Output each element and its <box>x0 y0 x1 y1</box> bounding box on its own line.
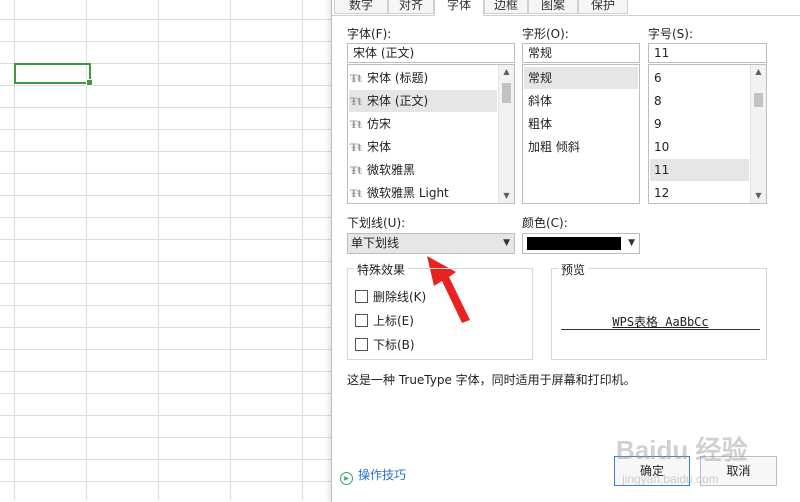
scroll-down-icon[interactable]: ▼ <box>499 189 514 203</box>
tab-alignment[interactable]: 对齐 <box>388 0 434 14</box>
checkbox-icon <box>355 314 368 327</box>
color-swatch <box>527 237 621 250</box>
font-list-item[interactable]: Ŧŧ 宋体 (标题) <box>349 67 497 89</box>
font-list[interactable]: Ŧŧ 宋体 (标题) Ŧŧ 宋体 (正文) Ŧŧ 仿宋 Ŧŧ 宋体 Ŧŧ 微软雅黑 Ŧŧ 微… <box>347 64 515 204</box>
chevron-down-icon: ▼ <box>503 238 510 248</box>
font-list-item[interactable]: Ŧŧ 微软雅黑 Light <box>349 182 497 203</box>
truetype-font-icon: Ŧŧ <box>349 189 363 200</box>
checkbox-icon <box>355 338 368 351</box>
tab-bar: 数字 对齐 字体 边框 图案 保护 <box>332 0 800 16</box>
color-select[interactable]: ▼ <box>522 233 640 254</box>
size-list-item[interactable]: 10 <box>650 136 749 158</box>
tips-link[interactable]: ▶ 操作技巧 <box>340 466 406 485</box>
truetype-font-icon: Ŧŧ <box>349 166 363 177</box>
tab-number[interactable]: 数字 <box>334 0 388 14</box>
scroll-up-icon[interactable]: ▲ <box>751 65 766 79</box>
style-list[interactable]: 常规 斜体 粗体 加粗 倾斜 <box>522 64 640 204</box>
font-input[interactable]: 宋体 (正文) <box>347 43 515 63</box>
size-label: 字号(S): <box>648 27 694 41</box>
tab-protection[interactable]: 保护 <box>578 0 628 14</box>
effects-group-title: 特殊效果 <box>354 261 409 278</box>
style-list-item[interactable]: 粗体 <box>524 113 552 135</box>
font-list-item[interactable]: Ŧŧ 宋体 <box>349 136 497 158</box>
checkbox-icon <box>355 290 368 303</box>
truetype-font-icon: Ŧŧ <box>349 143 363 154</box>
truetype-font-icon: Ŧŧ <box>349 97 363 108</box>
underline-select-value: 单下划线 <box>351 236 400 250</box>
size-list-item[interactable]: 8 <box>650 90 749 112</box>
play-circle-icon: ▶ <box>340 472 353 485</box>
style-list-item[interactable]: 斜体 <box>524 90 552 112</box>
scroll-thumb[interactable] <box>754 93 763 107</box>
preview-sample: WPS表格 AaBbCc <box>561 313 760 330</box>
font-label: 字体(F): <box>347 27 392 41</box>
size-list-item[interactable]: 12 <box>650 182 749 203</box>
strikethrough-checkbox[interactable]: 删除线(K) <box>355 288 426 305</box>
underline-label: 下划线(U): <box>347 216 406 230</box>
watermark-text: Baidu 经验 <box>616 435 747 465</box>
scroll-up-icon[interactable]: ▲ <box>499 65 514 79</box>
style-list-item-selected[interactable]: 常规 <box>524 67 638 89</box>
font-list-item-selected[interactable]: Ŧŧ 宋体 (正文) <box>349 90 497 112</box>
font-list-scrollbar[interactable]: ▲ ▼ <box>498 65 514 203</box>
truetype-font-icon: Ŧŧ <box>349 74 363 85</box>
tab-pattern[interactable]: 图案 <box>528 0 578 14</box>
size-input[interactable]: 11 <box>648 43 767 63</box>
style-list-item[interactable]: 加粗 倾斜 <box>524 136 580 158</box>
scroll-down-icon[interactable]: ▼ <box>751 189 766 203</box>
size-list[interactable]: 6 8 9 10 11 12 ▲ ▼ <box>648 64 767 204</box>
preview-group: 预览 WPS表格 AaBbCc <box>551 261 767 360</box>
tab-font[interactable]: 字体 <box>434 0 484 16</box>
color-label: 颜色(C): <box>522 216 568 230</box>
font-description: 这是一种 TrueType 字体，同时适用于屏幕和打印机。 <box>347 373 636 387</box>
style-input[interactable]: 常规 <box>522 43 640 63</box>
scroll-thumb[interactable] <box>502 83 511 103</box>
style-label: 字形(O): <box>522 27 569 41</box>
baidu-watermark: Baidu 经验 jingyan.baidu.com <box>616 435 747 486</box>
tab-border[interactable]: 边框 <box>484 0 528 14</box>
subscript-checkbox[interactable]: 下标(B) <box>355 336 415 353</box>
active-cell[interactable] <box>14 63 93 86</box>
effects-group: 特殊效果 删除线(K) 上标(E) 下标(B) <box>347 261 533 360</box>
size-list-item-selected[interactable]: 11 <box>650 159 749 181</box>
preview-group-title: 预览 <box>558 261 589 278</box>
size-list-item[interactable]: 6 <box>650 67 749 89</box>
chevron-down-icon: ▼ <box>628 238 635 248</box>
superscript-checkbox[interactable]: 上标(E) <box>355 312 414 329</box>
size-list-scrollbar[interactable]: ▲ ▼ <box>750 65 766 203</box>
font-list-item[interactable]: Ŧŧ 微软雅黑 <box>349 159 497 181</box>
truetype-font-icon: Ŧŧ <box>349 120 363 131</box>
watermark-url: jingyan.baidu.com <box>621 472 719 486</box>
font-list-item[interactable]: Ŧŧ 仿宋 <box>349 113 497 135</box>
size-list-item[interactable]: 9 <box>650 113 749 135</box>
